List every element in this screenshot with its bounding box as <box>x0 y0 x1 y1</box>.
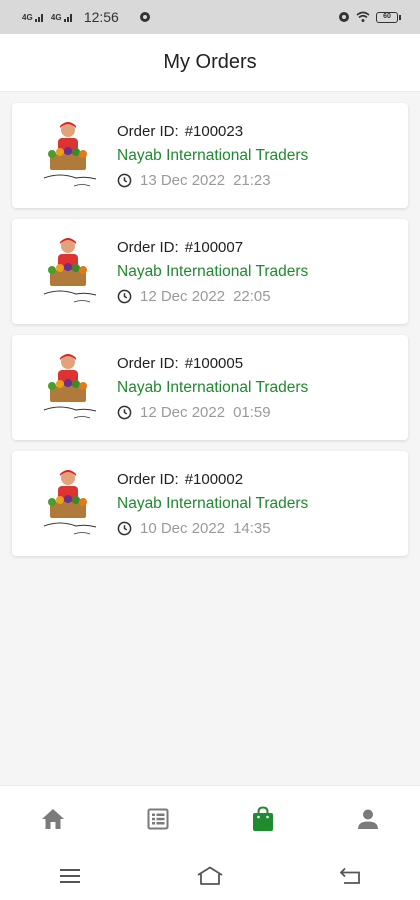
network-indicator-1: 4G <box>22 12 45 22</box>
order-time: 21:23 <box>233 171 271 189</box>
person-icon <box>357 809 378 829</box>
vendor-logo <box>30 464 110 544</box>
order-time: 14:35 <box>233 519 271 537</box>
vendor-name: Nayab International Traders <box>117 146 309 164</box>
system-home-button[interactable] <box>180 856 240 896</box>
nav-profile[interactable] <box>338 794 398 844</box>
vendor-logo <box>30 116 110 196</box>
system-back-button[interactable] <box>320 856 380 896</box>
vendor-logo <box>30 348 110 428</box>
vendor-name: Nayab International Traders <box>117 378 309 396</box>
order-datetime: 13 Dec 2022 21:23 <box>117 172 308 189</box>
order-card[interactable]: Order ID: #100023 Nayab International Tra… <box>12 103 408 208</box>
order-id-value: #100007 <box>184 238 244 256</box>
order-date: 12 Dec 2022 <box>140 287 226 305</box>
network-type-label: 4G <box>22 13 33 22</box>
nav-home[interactable] <box>23 794 83 844</box>
order-id-label: Order ID: <box>117 238 179 256</box>
status-right: 60 <box>338 11 401 23</box>
order-id-label: Order ID: <box>117 354 179 372</box>
vendor-name: Nayab International Traders <box>117 262 309 280</box>
clock-icon <box>117 521 132 536</box>
order-card[interactable]: Order ID: #100007 Nayab International Tra… <box>12 219 408 324</box>
order-info: Order ID: #100007 Nayab International Tra… <box>117 239 308 305</box>
order-card[interactable]: Order ID: #100002 Nayab International Tra… <box>12 451 408 556</box>
order-time: 22:05 <box>233 287 271 305</box>
order-info: Order ID: #100002 Nayab International Tra… <box>117 471 308 537</box>
shopping-bag-icon <box>252 805 273 831</box>
network-indicator-2: 4G <box>51 12 74 22</box>
app-header: My Orders <box>0 34 420 92</box>
vendor-logo <box>30 232 110 312</box>
order-id-label: Order ID: <box>117 470 179 488</box>
order-datetime: 12 Dec 2022 22:05 <box>117 288 308 305</box>
page-title: My Orders <box>163 51 257 73</box>
order-id-line: Order ID: #100005 <box>117 355 308 372</box>
order-card[interactable]: Order ID: #100005 Nayab International Tra… <box>12 335 408 440</box>
order-datetime: 12 Dec 2022 01:59 <box>117 404 308 421</box>
order-datetime: 10 Dec 2022 14:35 <box>117 520 308 537</box>
battery-icon: 60 <box>376 11 401 23</box>
order-id-value: #100005 <box>184 354 244 372</box>
signal-icon <box>34 14 43 22</box>
clock-icon <box>117 405 132 420</box>
alarm-icon <box>338 11 350 23</box>
order-info: Order ID: #100023 Nayab International Tra… <box>117 123 308 189</box>
order-id-line: Order ID: #100023 <box>117 123 308 140</box>
menu-icon <box>60 868 80 883</box>
network-type-label: 4G <box>50 13 62 22</box>
home-icon <box>41 808 64 829</box>
bottom-nav <box>0 785 420 851</box>
wifi-icon <box>356 11 370 23</box>
order-id-line: Order ID: #100007 <box>117 239 308 256</box>
status-left: 4G 4G 12:56 <box>22 9 151 25</box>
order-id-value: #100002 <box>184 470 244 488</box>
home-outline-icon <box>197 866 223 885</box>
signal-icon <box>63 14 72 22</box>
order-info: Order ID: #100005 Nayab International Tra… <box>117 355 308 421</box>
order-time: 01:59 <box>233 403 271 421</box>
recent-apps-button[interactable] <box>40 856 100 896</box>
order-list: Order ID: #100023 Nayab International Tra… <box>12 103 408 556</box>
order-date: 10 Dec 2022 <box>140 519 226 537</box>
order-id-line: Order ID: #100002 <box>117 471 308 488</box>
clock-icon <box>117 173 132 188</box>
vendor-name: Nayab International Traders <box>117 494 309 512</box>
status-bar: 4G 4G 12:56 60 <box>0 0 420 34</box>
back-icon <box>339 867 360 884</box>
status-time: 12:56 <box>83 9 119 25</box>
order-date: 12 Dec 2022 <box>140 403 226 421</box>
list-icon <box>147 808 168 829</box>
nav-orders[interactable] <box>233 794 293 844</box>
order-date: 13 Dec 2022 <box>140 171 226 189</box>
app-notification-icon <box>139 11 151 23</box>
order-id-label: Order ID: <box>117 122 179 140</box>
order-id-value: #100023 <box>184 122 244 140</box>
clock-icon <box>117 289 132 304</box>
nav-catalog[interactable] <box>128 794 188 844</box>
system-nav <box>0 851 420 900</box>
